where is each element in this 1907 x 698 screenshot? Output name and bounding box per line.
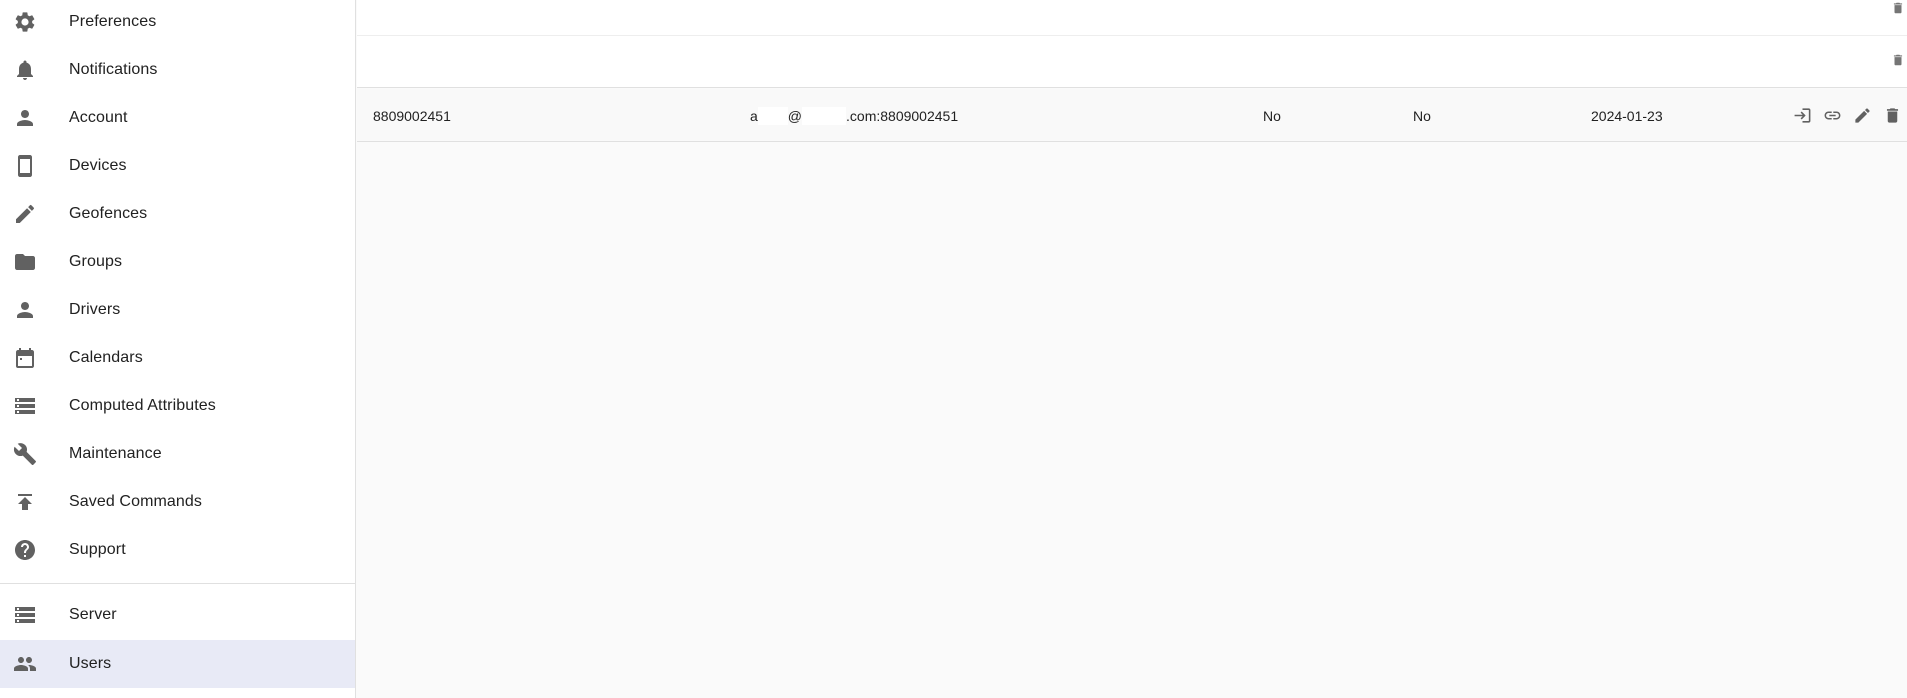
redacted-text <box>757 106 788 125</box>
delete-button[interactable] <box>1877 101 1907 131</box>
delete-icon[interactable] <box>1891 52 1905 68</box>
sidebar-item-label: Notifications <box>69 61 158 78</box>
smartphone-icon <box>13 154 37 178</box>
table-row <box>357 0 1907 36</box>
sidebar-item-label: Preferences <box>69 13 157 30</box>
sidebar-item-saved-commands[interactable]: Saved Commands <box>0 478 355 526</box>
sidebar-item-label: Calendars <box>69 349 143 366</box>
sidebar-item-label: Maintenance <box>69 445 162 462</box>
email-prefix: a <box>750 107 758 124</box>
storage-icon <box>13 394 37 418</box>
email-at: @ <box>787 107 803 124</box>
publish-icon <box>13 490 37 514</box>
sidebar-item-server[interactable]: Server <box>0 591 355 639</box>
user-expiration-cell: 2024-01-23 <box>1591 107 1663 124</box>
bell-icon <box>13 58 37 82</box>
sidebar-item-geofences[interactable]: Geofences <box>0 190 355 238</box>
connections-button[interactable] <box>1817 101 1847 131</box>
edit-icon <box>1854 108 1870 123</box>
row-actions <box>1787 89 1907 142</box>
sidebar-item-label: Server <box>69 606 117 623</box>
delete-icon[interactable] <box>1891 0 1905 16</box>
calendar-icon <box>13 346 37 370</box>
sidebar-item-calendars[interactable]: Calendars <box>0 334 355 382</box>
sidebar-item-drivers[interactable]: Drivers <box>0 286 355 334</box>
sidebar-item-maintenance[interactable]: Maintenance <box>0 430 355 478</box>
sidebar-item-label: Saved Commands <box>69 493 203 510</box>
person-icon <box>13 298 37 322</box>
sidebar: Preferences Notifications Account Device… <box>0 0 356 698</box>
sidebar-item-preferences[interactable]: Preferences <box>0 0 355 46</box>
user-email-cell: a @ .com:8809002451 <box>750 89 958 142</box>
email-suffix: .com:8809002451 <box>846 107 959 124</box>
sidebar-item-label: Devices <box>69 157 127 174</box>
edit-button[interactable] <box>1847 101 1877 131</box>
wrench-icon <box>13 442 37 466</box>
sidebar-item-support[interactable]: Support <box>0 526 355 574</box>
sidebar-item-account[interactable]: Account <box>0 94 355 142</box>
sidebar-item-groups[interactable]: Groups <box>0 238 355 286</box>
person-icon <box>13 106 37 130</box>
user-name-cell: 8809002451 <box>373 107 451 124</box>
table-row: 8809002451 a @ .com:8809002451 No No 202… <box>357 89 1907 142</box>
people-icon <box>13 652 37 676</box>
login-button[interactable] <box>1787 101 1817 131</box>
sidebar-item-label: Computed Attributes <box>69 397 216 414</box>
pencil-icon <box>13 202 37 226</box>
user-administrator-cell: No <box>1263 107 1281 124</box>
sidebar-item-label: Drivers <box>69 301 121 318</box>
sidebar-item-users[interactable]: Users <box>0 640 355 688</box>
sidebar-item-label: Support <box>69 541 126 558</box>
users-table-panel: 8809002451 a @ .com:8809002451 No No 202… <box>357 0 1907 698</box>
sidebar-item-devices[interactable]: Devices <box>0 142 355 190</box>
sidebar-item-label: Groups <box>69 253 123 270</box>
redacted-text <box>802 106 847 125</box>
app-root: Preferences Notifications Account Device… <box>0 0 1907 698</box>
sidebar-item-label: Geofences <box>69 205 148 222</box>
sidebar-item-computed-attributes[interactable]: Computed Attributes <box>0 382 355 430</box>
sidebar-item-label: Users <box>69 655 112 672</box>
user-disabled-cell: No <box>1413 107 1431 124</box>
gear-icon <box>13 10 37 34</box>
delete-icon <box>1886 108 1898 123</box>
sidebar-item-label: Account <box>69 109 128 126</box>
sidebar-divider <box>0 583 355 584</box>
storage-icon <box>13 603 37 627</box>
login-icon <box>1794 108 1810 123</box>
sidebar-item-notifications[interactable]: Notifications <box>0 46 355 94</box>
link-icon <box>1824 111 1840 120</box>
help-icon <box>13 538 37 562</box>
folder-icon <box>13 250 37 274</box>
table-row <box>357 36 1907 88</box>
